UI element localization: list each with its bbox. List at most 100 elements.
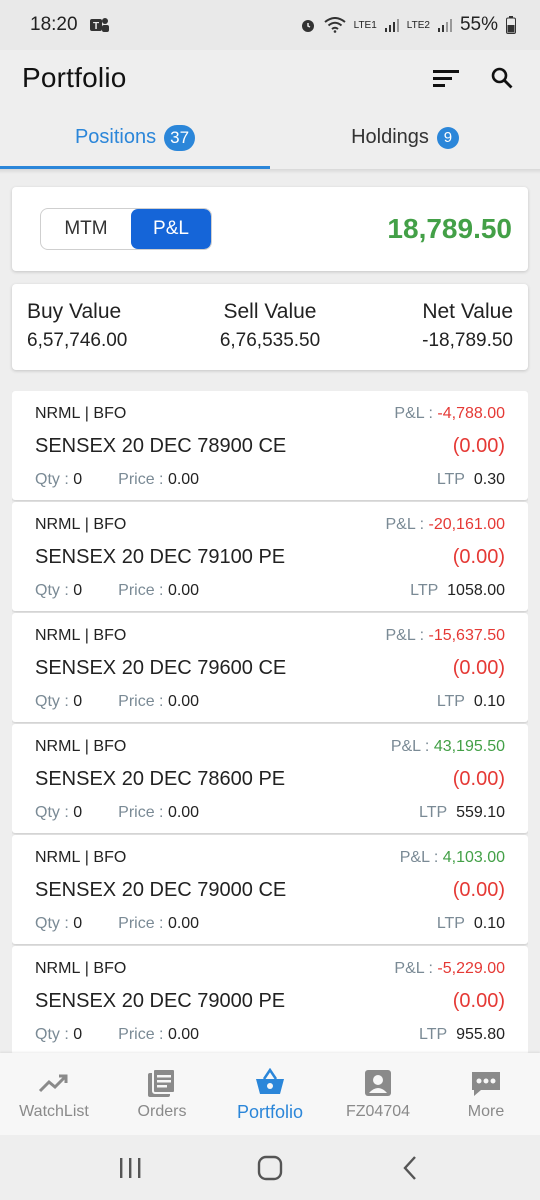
qty-label: Qty : (35, 1026, 69, 1043)
account-icon (361, 1067, 395, 1099)
nav-watchlist[interactable]: WatchList (0, 1053, 108, 1135)
position-card[interactable]: NRML | BFO P&L : 43,195.50 SENSEX 20 DEC… (12, 724, 528, 833)
position-pnl: -20,161.00 (428, 516, 505, 533)
trending-up-icon (37, 1067, 71, 1099)
product-type: NRML (35, 738, 81, 755)
sort-icon[interactable] (430, 62, 462, 94)
qty-value: 0 (73, 582, 83, 599)
ltp-label: LTP (436, 471, 465, 488)
buy-value-label: Buy Value (27, 300, 122, 323)
toggle-mtm[interactable]: MTM (41, 209, 131, 249)
symbol: SENSEX 20 DEC 79000 PE (35, 989, 286, 1012)
tab-holdings[interactable]: Holdings 9 (270, 106, 540, 169)
position-card[interactable]: NRML | BFO P&L : -15,637.50 SENSEX 20 DE… (12, 613, 528, 722)
bottom-nav: WatchList Orders Portfolio FZ04704 More (0, 1053, 540, 1135)
search-icon[interactable] (486, 62, 518, 94)
change-value: (0.00) (452, 656, 505, 679)
ltp-value: 559.10 (456, 804, 505, 821)
status-bar: 18:20 T LTE1 LTE2 55% (0, 0, 540, 50)
change-value: (0.00) (452, 878, 505, 901)
tab-label: Positions (74, 126, 157, 148)
product-type: NRML (35, 516, 81, 533)
nav-more[interactable]: More (432, 1053, 540, 1135)
nav-label: WatchList (19, 1103, 89, 1120)
symbol: SENSEX 20 DEC 79100 PE (35, 545, 286, 568)
count-badge: 37 (164, 124, 196, 151)
ltp-label: LTP (410, 582, 439, 599)
change-value: (0.00) (452, 767, 505, 790)
price-value: 0.00 (167, 804, 200, 821)
change-value: (0.00) (452, 434, 505, 457)
buy-value-group: Buy Value 6,57,746.00 (27, 300, 189, 370)
position-pnl: 4,103.00 (442, 849, 505, 866)
teams-icon: T (88, 15, 110, 35)
alarm-icon (300, 17, 316, 33)
product-type: NRML (35, 960, 81, 977)
qty-label: Qty : (35, 915, 69, 932)
price-label: Price : (118, 915, 164, 932)
pnl-label: P&L : (399, 849, 439, 866)
app-header: Portfolio (0, 50, 540, 106)
price-value: 0.00 (167, 471, 200, 488)
exchange: BFO (93, 405, 127, 422)
toggle-pnl[interactable]: P&L (131, 209, 211, 249)
qty-label: Qty : (35, 693, 69, 710)
price-label: Price : (118, 471, 164, 488)
net-value-group: Net Value -18,789.50 (351, 300, 513, 370)
recent-apps-icon[interactable] (100, 1143, 160, 1193)
nav-portfolio[interactable]: Portfolio (216, 1053, 324, 1135)
sell-value: 6,76,535.50 (219, 330, 321, 351)
net-value: -18,789.50 (422, 330, 513, 351)
total-pnl-value: 18,789.50 (387, 213, 512, 244)
product-type: NRML (35, 405, 81, 422)
nav-account[interactable]: FZ04704 (324, 1053, 432, 1135)
qty-value: 0 (73, 804, 83, 821)
position-card[interactable]: NRML | BFO P&L : -4,788.00 SENSEX 20 DEC… (12, 391, 528, 500)
tab-label: Holdings (351, 126, 429, 148)
positions-list[interactable]: NRML | BFO P&L : -4,788.00 SENSEX 20 DEC… (12, 391, 528, 1053)
qty-label: Qty : (35, 804, 69, 821)
position-card[interactable]: NRML | BFO P&L : -5,229.00 SENSEX 20 DEC… (12, 946, 528, 1053)
status-time: 18:20 (30, 14, 78, 35)
page-title: Portfolio (22, 62, 127, 93)
symbol: SENSEX 20 DEC 78600 PE (35, 767, 286, 790)
battery-icon (506, 16, 516, 34)
change-value: (0.00) (452, 545, 505, 568)
wifi-icon (324, 17, 346, 33)
qty-value: 0 (73, 915, 83, 932)
system-nav-bar (0, 1135, 540, 1200)
tab-positions[interactable]: Positions 37 (0, 106, 270, 169)
sim2-label: LTE2 (406, 19, 430, 31)
position-card[interactable]: NRML | BFO P&L : -20,161.00 SENSEX 20 DE… (12, 502, 528, 611)
count-badge: 9 (436, 126, 459, 149)
back-icon[interactable] (380, 1143, 440, 1193)
signal-icon (384, 18, 399, 32)
price-value: 0.00 (167, 582, 200, 599)
position-pnl: -15,637.50 (428, 627, 505, 644)
exchange: BFO (93, 849, 127, 866)
pnl-label: P&L : (390, 738, 430, 755)
price-label: Price : (118, 804, 164, 821)
price-value: 0.00 (167, 1026, 200, 1043)
price-value: 0.00 (167, 693, 200, 710)
price-label: Price : (118, 693, 164, 710)
ltp-label: LTP (436, 915, 465, 932)
product-type: NRML (35, 627, 81, 644)
nav-label: Orders (137, 1103, 187, 1120)
sim1-label: LTE1 (353, 19, 377, 31)
ltp-label: LTP (436, 693, 465, 710)
qty-value: 0 (73, 471, 83, 488)
pnl-label: P&L : (394, 960, 433, 977)
more-dots-icon (469, 1067, 503, 1099)
qty-value: 0 (73, 693, 83, 710)
nav-orders[interactable]: Orders (108, 1053, 216, 1135)
qty-label: Qty : (35, 582, 69, 599)
home-icon[interactable] (240, 1143, 300, 1193)
pnl-summary-card: MTM P&L 18,789.50 (12, 187, 528, 271)
nav-label: FZ04704 (345, 1103, 411, 1120)
battery-percent: 55% (459, 14, 498, 35)
qty-label: Qty : (35, 471, 69, 488)
ltp-value: 0.10 (473, 915, 505, 932)
position-card[interactable]: NRML | BFO P&L : 4,103.00 SENSEX 20 DEC … (12, 835, 528, 944)
portfolio-tabs: Positions 37 Holdings 9 (0, 106, 540, 169)
